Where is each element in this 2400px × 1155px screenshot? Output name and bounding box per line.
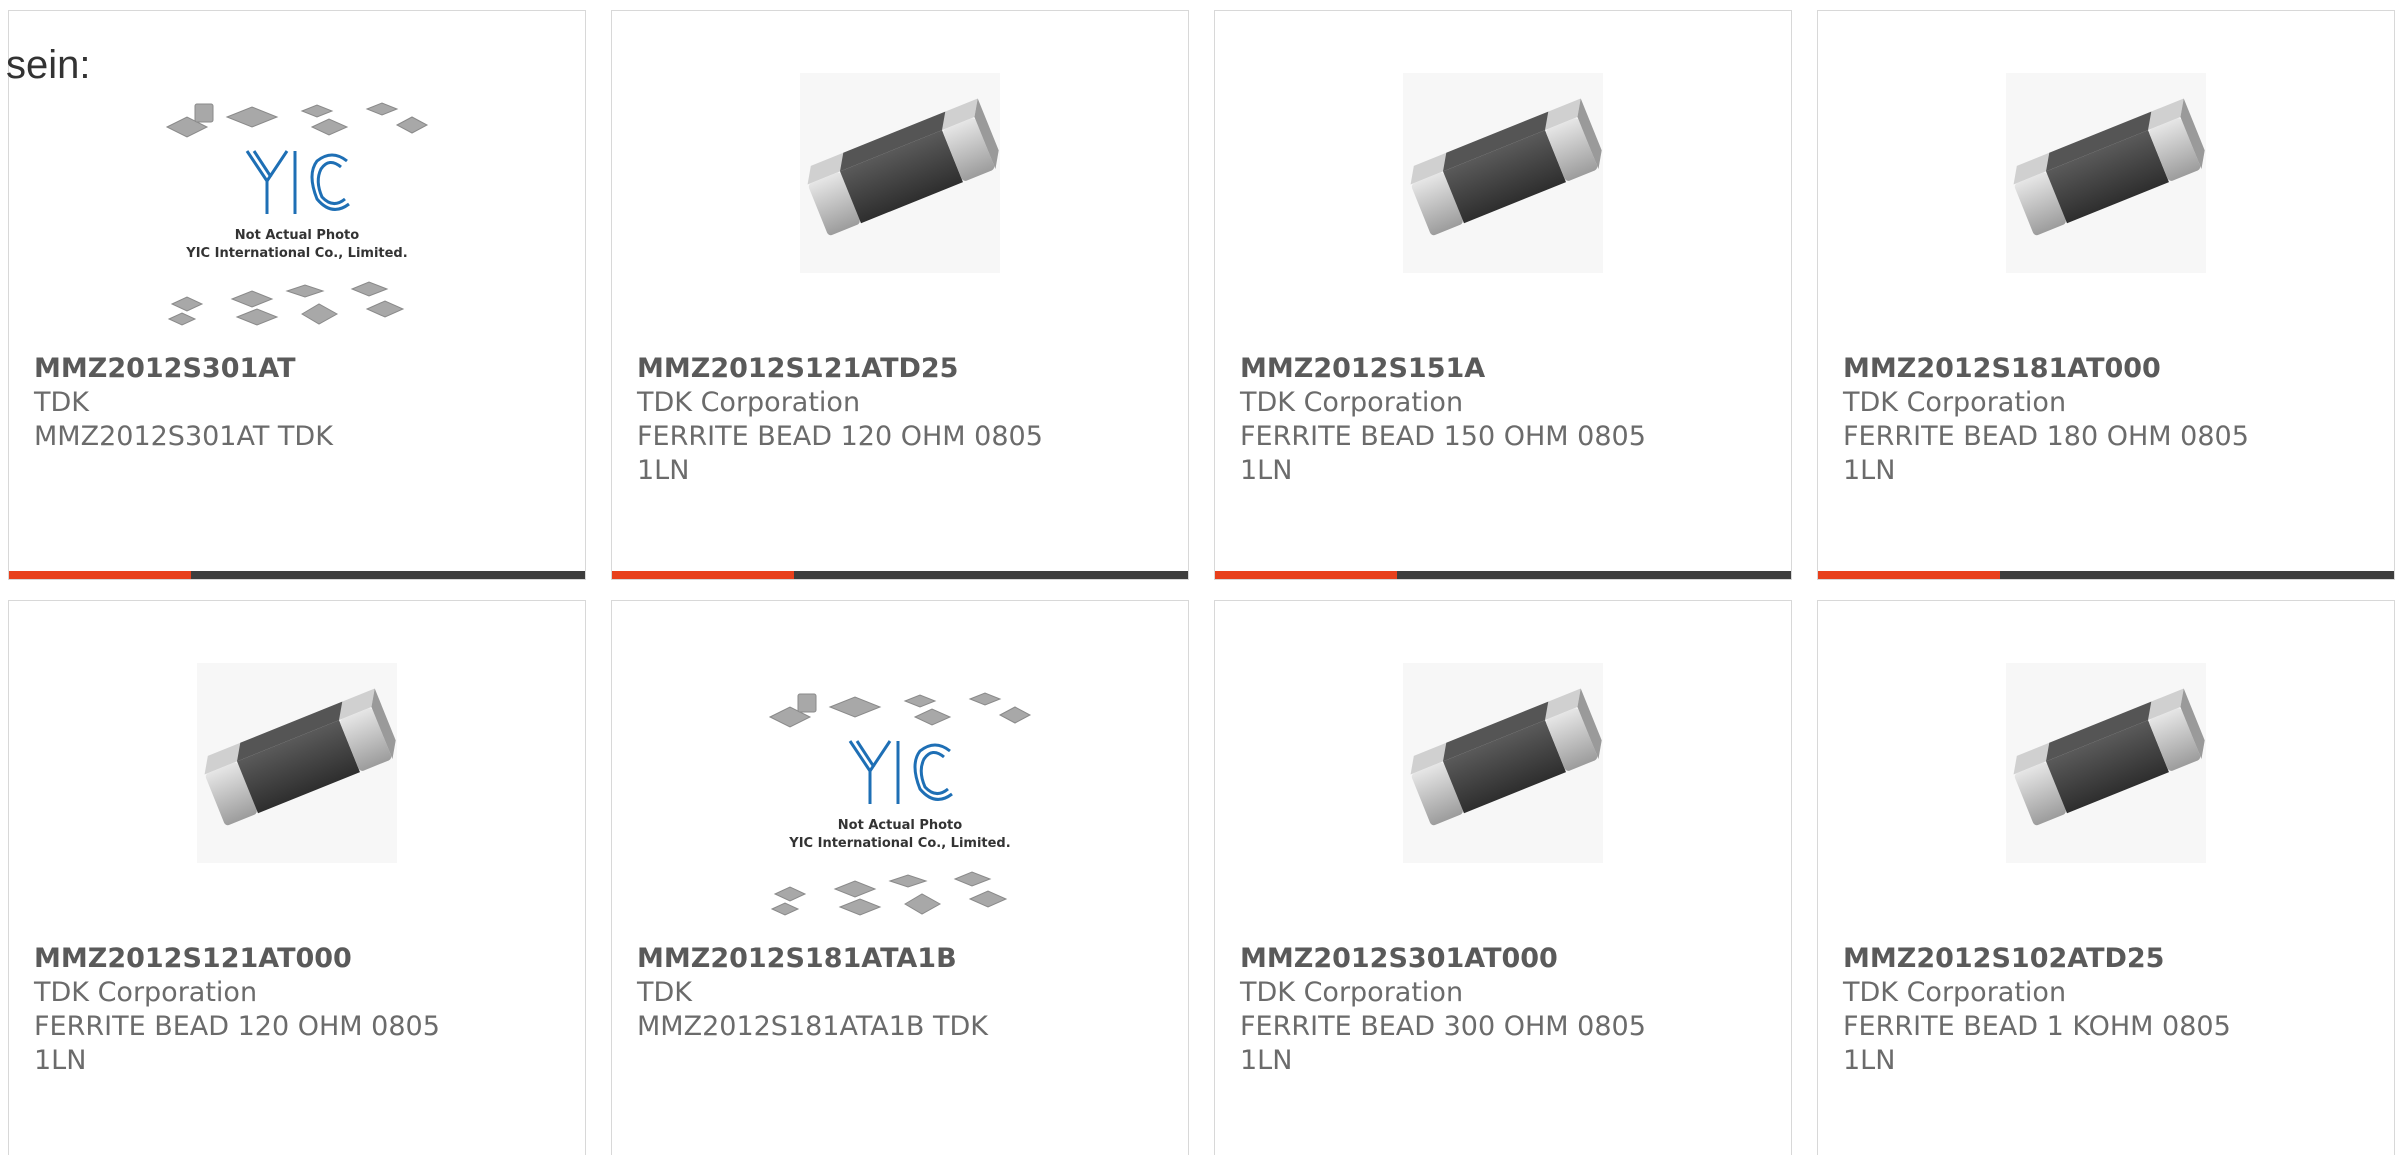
description: FERRITE BEAD 300 OHM 0805 1LN [1240,1011,1646,1076]
accent-segment [1215,571,1397,579]
product-card[interactable]: MMZ2012S102ATD25 TDK Corporation FERRITE… [1817,600,2395,1155]
yic-placeholder-image: Not Actual Photo YIC International Co., … [165,102,429,326]
product-image[interactable] [1215,11,1791,349]
product-image[interactable] [612,11,1188,349]
part-number[interactable]: MMZ2012S151A [1240,352,1771,386]
description: FERRITE BEAD 180 OHM 0805 1LN [1843,421,2249,486]
product-grid: Not Actual Photo YIC International Co., … [8,10,2400,1155]
manufacturer: TDK Corporation [1843,977,2067,1008]
description: MMZ2012S181ATA1B TDK [637,1011,988,1042]
manufacturer: TDK Corporation [34,977,258,1008]
product-info: MMZ2012S181AT000 TDK Corporation FERRITE… [1843,352,2374,488]
accent-bar [612,571,1188,579]
product-image[interactable]: Not Actual Photo YIC International Co., … [9,11,585,349]
product-image[interactable] [1818,11,2394,349]
product-info: MMZ2012S121AT000 TDK Corporation FERRITE… [34,942,565,1078]
part-number[interactable]: MMZ2012S301AT [34,352,565,386]
placeholder-line1: Not Actual Photo [235,228,359,243]
description: FERRITE BEAD 150 OHM 0805 1LN [1240,421,1646,486]
accent-bar [1818,571,2394,579]
product-image[interactable] [1818,601,2394,939]
ferrite-bead-image [2006,73,2206,273]
accent-segment [612,571,794,579]
product-card[interactable]: MMZ2012S121ATD25 TDK Corporation FERRITE… [611,10,1189,580]
product-info: MMZ2012S102ATD25 TDK Corporation FERRITE… [1843,942,2374,1078]
manufacturer: TDK Corporation [1240,387,1464,418]
manufacturer: TDK Corporation [637,387,861,418]
product-info: MMZ2012S121ATD25 TDK Corporation FERRITE… [637,352,1168,488]
part-number[interactable]: MMZ2012S301AT000 [1240,942,1771,976]
product-image[interactable] [1215,601,1791,939]
placeholder-line2: YIC International Co., Limited. [788,836,1010,851]
product-card[interactable]: MMZ2012S181AT000 TDK Corporation FERRITE… [1817,10,2395,580]
accent-segment [9,571,191,579]
part-number[interactable]: MMZ2012S121ATD25 [637,352,1168,386]
part-number[interactable]: MMZ2012S181ATA1B [637,942,1168,976]
product-card[interactable]: MMZ2012S301AT000 TDK Corporation FERRITE… [1214,600,1792,1155]
product-card[interactable]: MMZ2012S121AT000 TDK Corporation FERRITE… [8,600,586,1155]
ferrite-bead-image [2006,663,2206,863]
ferrite-bead-image [1403,73,1603,273]
accent-bar [9,571,585,579]
placeholder-line1: Not Actual Photo [838,818,962,833]
product-info: MMZ2012S151A TDK Corporation FERRITE BEA… [1240,352,1771,488]
product-info: MMZ2012S301AT TDK MMZ2012S301AT TDK [34,352,565,454]
ferrite-bead-image [800,73,1000,273]
part-number[interactable]: MMZ2012S181AT000 [1843,352,2374,386]
product-info: MMZ2012S181ATA1B TDK MMZ2012S181ATA1B TD… [637,942,1168,1044]
manufacturer: TDK Corporation [1240,977,1464,1008]
product-card[interactable]: Not Actual Photo YIC International Co., … [8,10,586,580]
description: FERRITE BEAD 1 KOHM 0805 1LN [1843,1011,2231,1076]
description: FERRITE BEAD 120 OHM 0805 1LN [34,1011,440,1076]
product-card[interactable]: MMZ2012S151A TDK Corporation FERRITE BEA… [1214,10,1792,580]
description: FERRITE BEAD 120 OHM 0805 1LN [637,421,1043,486]
manufacturer: TDK [34,387,89,418]
product-card[interactable]: Not Actual Photo YIC International Co., … [611,600,1189,1155]
manufacturer: TDK Corporation [1843,387,2067,418]
ferrite-bead-image [1403,663,1603,863]
accent-segment [1818,571,2000,579]
product-image[interactable] [9,601,585,939]
placeholder-line2: YIC International Co., Limited. [185,246,407,261]
product-grid-page: sein: Not Actual Photo YIC International… [0,0,2400,1155]
yic-placeholder-image: Not Actual Photo YIC International Co., … [768,692,1032,916]
part-number[interactable]: MMZ2012S102ATD25 [1843,942,2374,976]
intro-text: sein: [6,43,91,87]
manufacturer: TDK [637,977,692,1008]
product-info: MMZ2012S301AT000 TDK Corporation FERRITE… [1240,942,1771,1078]
accent-bar [1215,571,1791,579]
description: MMZ2012S301AT TDK [34,421,333,452]
product-image[interactable]: Not Actual Photo YIC International Co., … [612,601,1188,939]
ferrite-bead-image [197,663,397,863]
part-number[interactable]: MMZ2012S121AT000 [34,942,565,976]
